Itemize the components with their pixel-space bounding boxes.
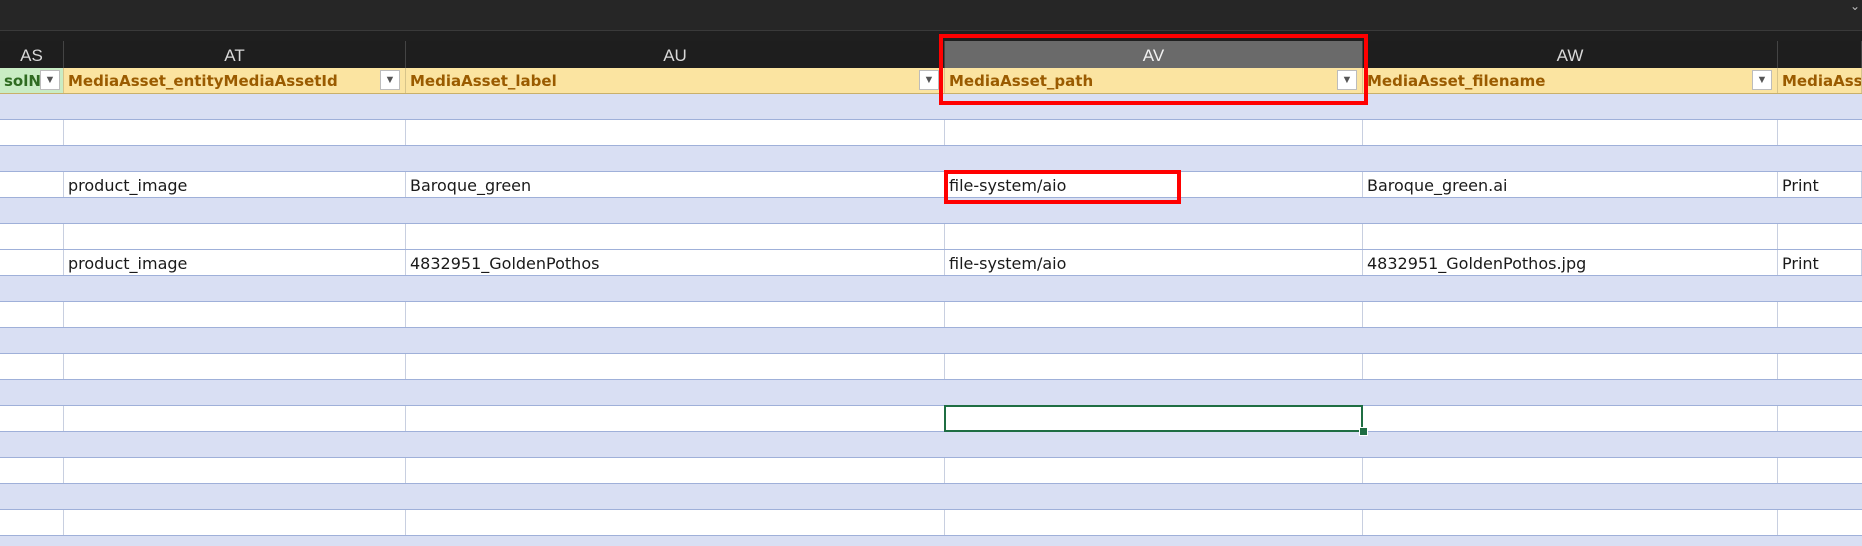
- cell-label[interactable]: Baroque_green: [406, 172, 945, 197]
- cell-usage[interactable]: Print: [1778, 172, 1862, 197]
- filter-dropdown-icon[interactable]: ▼: [40, 70, 60, 90]
- filter-dropdown-icon[interactable]: ▼: [1337, 70, 1357, 90]
- filter-dropdown-icon[interactable]: ▼: [1752, 70, 1772, 90]
- table-row[interactable]: [0, 276, 1862, 302]
- header-cell-au[interactable]: MediaAsset_label: [406, 68, 945, 93]
- header-label-aw: MediaAsset_filename: [1367, 72, 1546, 90]
- table-row[interactable]: [0, 510, 1862, 536]
- table-header-row: solN ▼ MediaAsset_entityMediaAssetId ▼ M…: [0, 68, 1862, 94]
- filter-dropdown-icon[interactable]: ▼: [380, 70, 400, 90]
- header-label-ax: MediaAsse: [1782, 72, 1862, 90]
- header-cell-ax[interactable]: MediaAsse: [1778, 68, 1862, 93]
- table-row[interactable]: [0, 198, 1862, 224]
- table-row[interactable]: product_image 4832951_GoldenPothos file-…: [0, 250, 1862, 276]
- table-row[interactable]: [0, 432, 1862, 458]
- table-row[interactable]: product_image Baroque_green file-system/…: [0, 172, 1862, 198]
- table-row[interactable]: [0, 536, 1862, 546]
- column-header-bar: AS AT AU AV AW: [0, 41, 1862, 68]
- table-row[interactable]: [0, 406, 1862, 432]
- chevron-down-icon[interactable]: ⌄: [1848, 0, 1862, 14]
- table-row[interactable]: [0, 380, 1862, 406]
- header-label-as: solN: [4, 72, 41, 90]
- cell-entity-id[interactable]: product_image: [64, 172, 406, 197]
- table-row[interactable]: [0, 354, 1862, 380]
- cell-label[interactable]: 4832951_GoldenPothos: [406, 250, 945, 275]
- cell-usage[interactable]: Print: [1778, 250, 1862, 275]
- table-row[interactable]: [0, 302, 1862, 328]
- header-label-at: MediaAsset_entityMediaAssetId: [68, 72, 338, 90]
- table-row[interactable]: [0, 224, 1862, 250]
- header-cell-aw[interactable]: MediaAsset_filename: [1363, 68, 1778, 93]
- cell-filename[interactable]: 4832951_GoldenPothos.jpg: [1363, 250, 1778, 275]
- column-header-at[interactable]: AT: [64, 41, 406, 68]
- header-cell-at[interactable]: MediaAsset_entityMediaAssetId: [64, 68, 406, 93]
- cell-path[interactable]: file-system/aio: [945, 172, 1363, 197]
- header-label-au: MediaAsset_label: [410, 72, 557, 90]
- column-header-ax[interactable]: [1778, 41, 1862, 68]
- cell-filename[interactable]: Baroque_green.ai: [1363, 172, 1778, 197]
- header-label-av: MediaAsset_path: [949, 72, 1094, 90]
- column-header-aw[interactable]: AW: [1363, 41, 1778, 68]
- table-row[interactable]: [0, 146, 1862, 172]
- column-header-as[interactable]: AS: [0, 41, 64, 68]
- table-row[interactable]: [0, 458, 1862, 484]
- column-header-av[interactable]: AV: [945, 41, 1363, 68]
- cell-entity-id[interactable]: product_image: [64, 250, 406, 275]
- title-bar: ⌄: [0, 0, 1862, 31]
- fill-handle[interactable]: [1359, 427, 1368, 436]
- table-row[interactable]: [0, 94, 1862, 120]
- filter-dropdown-icon[interactable]: ▼: [919, 70, 939, 90]
- header-cell-av[interactable]: MediaAsset_path: [945, 68, 1363, 93]
- column-header-au[interactable]: AU: [406, 41, 945, 68]
- spreadsheet-grid[interactable]: AS AT AU AV AW solN ▼ MediaAsset_entityM…: [0, 41, 1862, 546]
- table-row[interactable]: [0, 120, 1862, 146]
- cell-path[interactable]: file-system/aio: [945, 250, 1363, 275]
- table-row[interactable]: [0, 484, 1862, 510]
- table-row[interactable]: [0, 328, 1862, 354]
- active-cell-selection[interactable]: [944, 405, 1363, 432]
